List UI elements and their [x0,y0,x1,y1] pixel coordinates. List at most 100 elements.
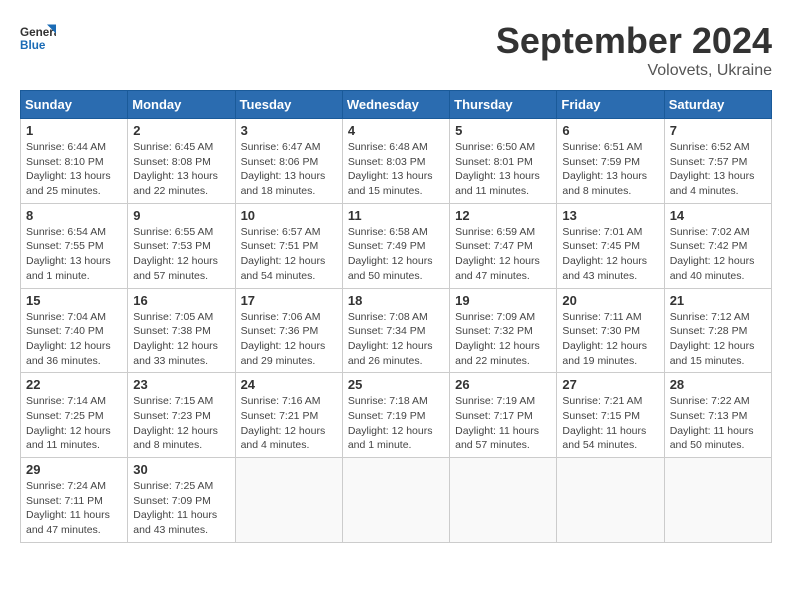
calendar-day-cell: 27 Sunrise: 7:21 AMSunset: 7:15 PMDayligh… [557,373,664,458]
day-number: 7 [670,123,766,138]
calendar-day-cell: 29 Sunrise: 7:24 AMSunset: 7:11 PMDayligh… [21,458,128,543]
day-number: 17 [241,293,337,308]
svg-text:General: General [20,26,56,39]
day-number: 9 [133,208,229,223]
day-info: Sunrise: 7:24 AMSunset: 7:11 PMDaylight:… [26,480,110,536]
calendar-day-cell: 13Sunrise: 7:01 AMSunset: 7:45 PMDayligh… [557,203,664,288]
day-number: 24 [241,377,337,392]
calendar-day-cell: 7 Sunrise: 6:52 AMSunset: 7:57 PMDaylight… [664,119,771,204]
calendar-day-cell: 15 Sunrise: 7:04 AMSunset: 7:40 PMDayligh… [21,288,128,373]
calendar-day-cell: 21Sunrise: 7:12 AMSunset: 7:28 PMDayligh… [664,288,771,373]
day-info: Sunrise: 7:04 AMSunset: 7:40 PMDaylight:… [26,311,111,367]
day-info: Sunrise: 7:15 AMSunset: 7:23 PMDaylight:… [133,395,218,451]
day-info: Sunrise: 6:45 AMSunset: 8:08 PMDaylight:… [133,141,218,197]
calendar-day-cell: 20Sunrise: 7:11 AMSunset: 7:30 PMDayligh… [557,288,664,373]
header: General Blue September 2024 Volovets, Uk… [20,20,772,80]
day-info: Sunrise: 7:16 AMSunset: 7:21 PMDaylight:… [241,395,326,451]
calendar-day-cell: 23 Sunrise: 7:15 AMSunset: 7:23 PMDayligh… [128,373,235,458]
day-info: Sunrise: 6:58 AMSunset: 7:49 PMDaylight:… [348,226,433,282]
day-info: Sunrise: 6:44 AMSunset: 8:10 PMDaylight:… [26,141,111,197]
day-info: Sunrise: 6:55 AMSunset: 7:53 PMDaylight:… [133,226,218,282]
day-info: Sunrise: 7:18 AMSunset: 7:19 PMDaylight:… [348,395,433,451]
day-info: Sunrise: 7:08 AMSunset: 7:34 PMDaylight:… [348,311,433,367]
empty-cell [664,458,771,543]
calendar-title: September 2024 [496,20,772,62]
day-info: Sunrise: 7:12 AMSunset: 7:28 PMDaylight:… [670,311,755,367]
day-info: Sunrise: 6:52 AMSunset: 7:57 PMDaylight:… [670,141,755,197]
day-number: 10 [241,208,337,223]
day-info: Sunrise: 7:21 AMSunset: 7:15 PMDaylight:… [562,395,646,451]
day-info: Sunrise: 7:19 AMSunset: 7:17 PMDaylight:… [455,395,539,451]
weekday-header-friday: Friday [557,91,664,119]
day-info: Sunrise: 6:48 AMSunset: 8:03 PMDaylight:… [348,141,433,197]
day-number: 12 [455,208,551,223]
calendar-week-row: 22 Sunrise: 7:14 AMSunset: 7:25 PMDayligh… [21,373,772,458]
day-number: 6 [562,123,658,138]
empty-cell [342,458,449,543]
calendar-day-cell: 17Sunrise: 7:06 AMSunset: 7:36 PMDayligh… [235,288,342,373]
calendar-day-cell: 25 Sunrise: 7:18 AMSunset: 7:19 PMDayligh… [342,373,449,458]
weekday-header-sunday: Sunday [21,91,128,119]
empty-cell [450,458,557,543]
calendar-day-cell: 6 Sunrise: 6:51 AMSunset: 7:59 PMDaylight… [557,119,664,204]
day-number: 3 [241,123,337,138]
logo: General Blue [20,20,56,56]
calendar-day-cell: 3Sunrise: 6:47 AMSunset: 8:06 PMDaylight… [235,119,342,204]
day-info: Sunrise: 6:51 AMSunset: 7:59 PMDaylight:… [562,141,647,197]
calendar-table: SundayMondayTuesdayWednesdayThursdayFrid… [20,90,772,543]
calendar-day-cell: 24 Sunrise: 7:16 AMSunset: 7:21 PMDayligh… [235,373,342,458]
day-number: 27 [562,377,658,392]
day-number: 28 [670,377,766,392]
calendar-day-cell: 19 Sunrise: 7:09 AMSunset: 7:32 PMDayligh… [450,288,557,373]
day-info: Sunrise: 7:09 AMSunset: 7:32 PMDaylight:… [455,311,540,367]
day-info: Sunrise: 7:25 AMSunset: 7:09 PMDaylight:… [133,480,217,536]
empty-cell [235,458,342,543]
day-info: Sunrise: 7:22 AMSunset: 7:13 PMDaylight:… [670,395,754,451]
title-area: September 2024 Volovets, Ukraine [496,20,772,80]
day-number: 26 [455,377,551,392]
day-info: Sunrise: 6:57 AMSunset: 7:51 PMDaylight:… [241,226,326,282]
day-number: 15 [26,293,122,308]
day-info: Sunrise: 6:59 AMSunset: 7:47 PMDaylight:… [455,226,540,282]
calendar-subtitle: Volovets, Ukraine [496,62,772,80]
day-number: 18 [348,293,444,308]
calendar-week-row: 8 Sunrise: 6:54 AMSunset: 7:55 PMDaylight… [21,203,772,288]
calendar-day-cell: 16Sunrise: 7:05 AMSunset: 7:38 PMDayligh… [128,288,235,373]
day-info: Sunrise: 7:11 AMSunset: 7:30 PMDaylight:… [562,311,647,367]
day-info: Sunrise: 7:02 AMSunset: 7:42 PMDaylight:… [670,226,755,282]
logo-icon: General Blue [20,20,56,56]
day-info: Sunrise: 7:14 AMSunset: 7:25 PMDaylight:… [26,395,111,451]
day-number: 30 [133,462,229,477]
day-number: 1 [26,123,122,138]
calendar-day-cell: 1 Sunrise: 6:44 AMSunset: 8:10 PMDaylight… [21,119,128,204]
calendar-day-cell: 30 Sunrise: 7:25 AMSunset: 7:09 PMDayligh… [128,458,235,543]
day-number: 11 [348,208,444,223]
day-number: 22 [26,377,122,392]
calendar-week-row: 29 Sunrise: 7:24 AMSunset: 7:11 PMDayligh… [21,458,772,543]
calendar-week-row: 15 Sunrise: 7:04 AMSunset: 7:40 PMDayligh… [21,288,772,373]
day-number: 19 [455,293,551,308]
day-number: 14 [670,208,766,223]
calendar-day-cell: 18 Sunrise: 7:08 AMSunset: 7:34 PMDayligh… [342,288,449,373]
empty-cell [557,458,664,543]
day-number: 2 [133,123,229,138]
day-number: 16 [133,293,229,308]
day-number: 13 [562,208,658,223]
weekday-header-thursday: Thursday [450,91,557,119]
day-number: 25 [348,377,444,392]
calendar-day-cell: 8 Sunrise: 6:54 AMSunset: 7:55 PMDaylight… [21,203,128,288]
weekday-header-tuesday: Tuesday [235,91,342,119]
day-info: Sunrise: 6:54 AMSunset: 7:55 PMDaylight:… [26,226,111,282]
calendar-day-cell: 28 Sunrise: 7:22 AMSunset: 7:13 PMDayligh… [664,373,771,458]
calendar-day-cell: 4 Sunrise: 6:48 AMSunset: 8:03 PMDaylight… [342,119,449,204]
calendar-day-cell: 10 Sunrise: 6:57 AMSunset: 7:51 PMDayligh… [235,203,342,288]
weekday-header-wednesday: Wednesday [342,91,449,119]
day-info: Sunrise: 6:50 AMSunset: 8:01 PMDaylight:… [455,141,540,197]
day-number: 4 [348,123,444,138]
day-number: 8 [26,208,122,223]
day-number: 23 [133,377,229,392]
svg-text:Blue: Blue [20,39,46,52]
day-number: 29 [26,462,122,477]
day-number: 5 [455,123,551,138]
calendar-week-row: 1 Sunrise: 6:44 AMSunset: 8:10 PMDaylight… [21,119,772,204]
